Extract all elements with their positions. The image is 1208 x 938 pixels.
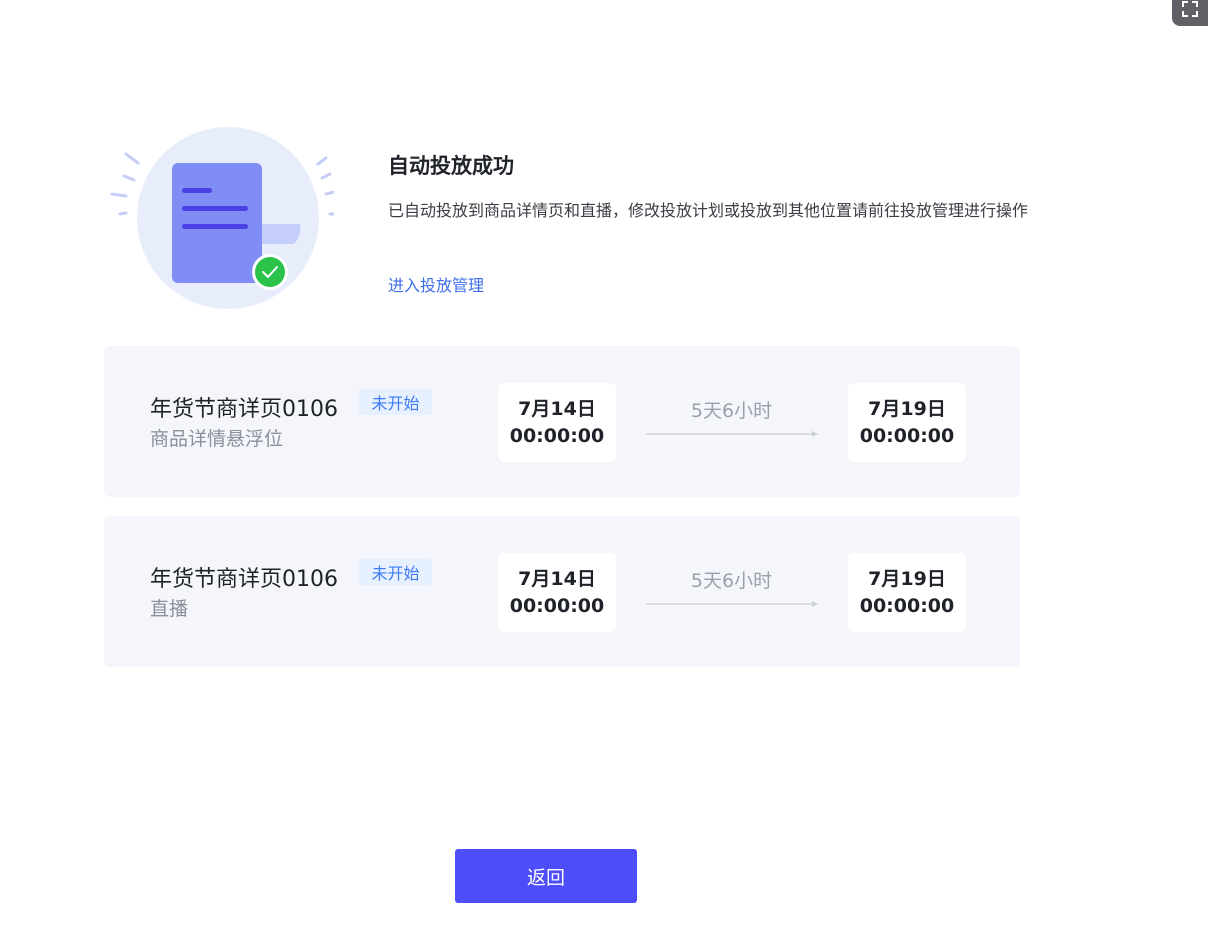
end-time: 00:00:00 xyxy=(859,424,955,447)
plan-card: 年货节商详页0106 未开始 直播 7月14日 00:00:00 5天6小时 7… xyxy=(104,516,1020,667)
enter-ad-management-link[interactable]: 进入投放管理 xyxy=(388,272,484,296)
start-date: 7月14日 xyxy=(518,397,596,420)
start-time-box: 7月14日 00:00:00 xyxy=(498,553,616,632)
arrow-right-icon xyxy=(646,431,818,437)
success-title: 自动投放成功 xyxy=(388,154,514,178)
back-button[interactable]: 返回 xyxy=(455,849,637,903)
success-description: 已自动投放到商品详情页和直播，修改投放计划或投放到其他位置请前往投放管理进行操作 xyxy=(388,201,1029,220)
fullscreen-button[interactable] xyxy=(1172,0,1208,26)
end-time-box: 7月19日 00:00:00 xyxy=(848,553,966,632)
start-time-box: 7月14日 00:00:00 xyxy=(498,383,616,462)
end-date: 7月19日 xyxy=(868,567,946,590)
placement-position: 直播 xyxy=(150,598,189,620)
end-time-box: 7月19日 00:00:00 xyxy=(848,383,966,462)
placement-position: 商品详情悬浮位 xyxy=(150,428,284,450)
duration-label: 5天6小时 xyxy=(690,400,773,422)
fullscreen-icon xyxy=(1182,1,1198,17)
duration-label: 5天6小时 xyxy=(690,570,773,592)
start-time: 00:00:00 xyxy=(509,594,605,617)
status-badge: 未开始 xyxy=(359,559,432,585)
end-time: 00:00:00 xyxy=(859,594,955,617)
start-date: 7月14日 xyxy=(518,567,596,590)
plan-name: 年货节商详页0106 xyxy=(150,567,338,592)
status-badge: 未开始 xyxy=(359,389,432,415)
plan-name: 年货节商详页0106 xyxy=(150,397,338,422)
plan-card: 年货节商详页0106 未开始 商品详情悬浮位 7月14日 00:00:00 5天… xyxy=(104,346,1020,497)
document-success-illustration xyxy=(104,126,338,316)
start-time: 00:00:00 xyxy=(509,424,605,447)
arrow-right-icon xyxy=(646,601,818,607)
end-date: 7月19日 xyxy=(868,397,946,420)
